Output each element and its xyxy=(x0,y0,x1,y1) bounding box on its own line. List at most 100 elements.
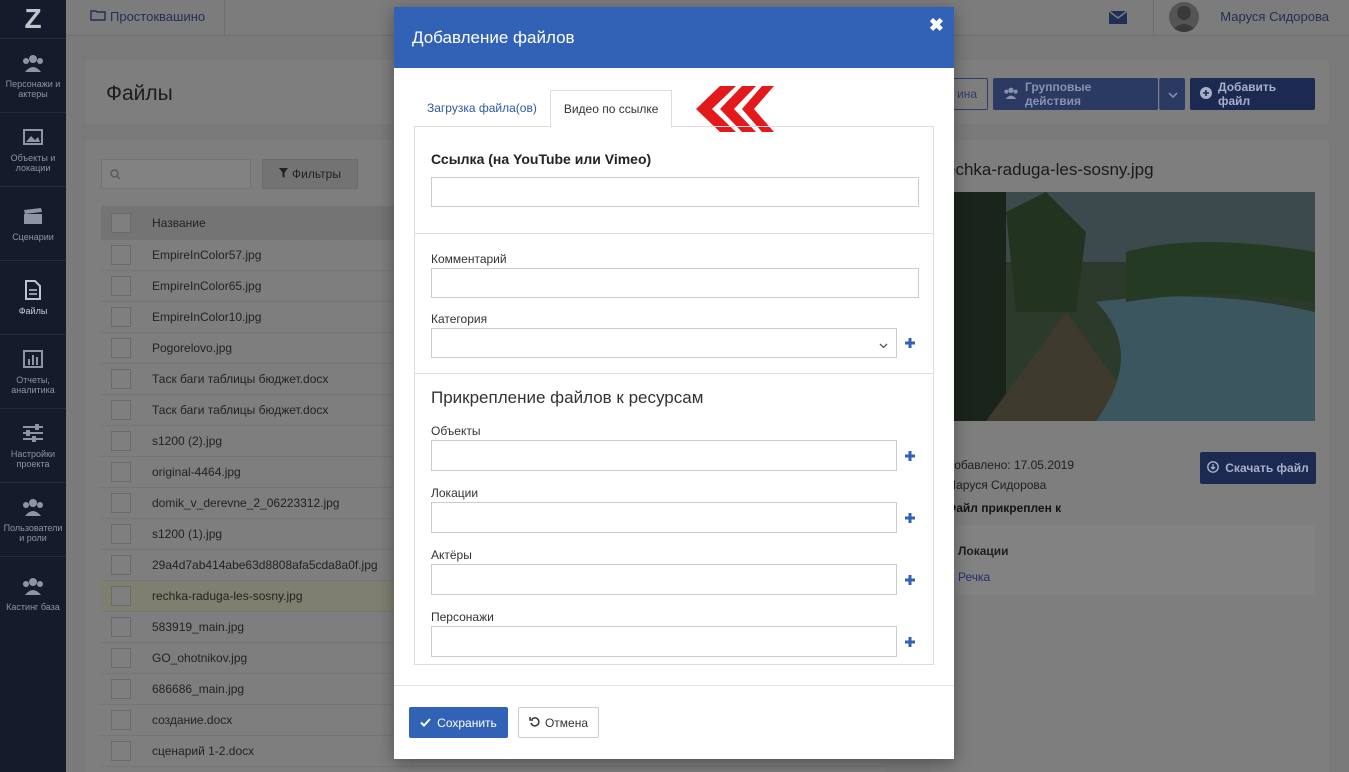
chevron-down-icon xyxy=(879,338,888,352)
app-logo[interactable]: Z xyxy=(0,0,66,38)
file-name: EmpireInColor65.jpg xyxy=(152,279,262,293)
sidebar-item-label: Персонажи и актеры xyxy=(5,78,61,99)
sidebar-item-files[interactable]: Файлы xyxy=(0,260,66,334)
group-actions-button[interactable]: Групповые действия xyxy=(993,78,1158,110)
chart-icon xyxy=(22,349,44,369)
file-name: сценарий 1-2.docx xyxy=(152,744,255,758)
sidebar-item-reports[interactable]: Отчеты, аналитика xyxy=(0,334,66,408)
row-checkbox[interactable] xyxy=(111,245,131,265)
sidebar-item-objects[interactable]: Объекты и локации xyxy=(0,112,66,186)
attached-title: Файл прикреплен к xyxy=(946,501,1062,515)
actors-input[interactable] xyxy=(431,564,897,595)
sidebar-item-casting[interactable]: Кастинг база xyxy=(0,556,66,630)
meta-section: Комментарий Категория xyxy=(415,234,933,374)
sidebar-item-characters[interactable]: Персонажи и актеры xyxy=(0,38,66,112)
user-name[interactable]: Маруся Сидорова xyxy=(1220,9,1329,24)
comment-input[interactable] xyxy=(431,268,919,298)
modal-tabs: Загрузка файла(ов) Видео по ссылке xyxy=(414,89,673,128)
add-actor-plus-icon[interactable] xyxy=(903,573,917,587)
attached-item-link[interactable]: Речка xyxy=(958,570,990,584)
folder-icon xyxy=(90,9,106,24)
group-actions-dropdown[interactable] xyxy=(1159,78,1185,110)
row-checkbox[interactable] xyxy=(111,710,131,730)
characters-input[interactable] xyxy=(431,626,897,657)
row-checkbox[interactable] xyxy=(111,524,131,544)
filters-button[interactable]: Фильтры xyxy=(262,159,358,189)
row-checkbox[interactable] xyxy=(111,369,131,389)
search-input[interactable] xyxy=(101,159,251,189)
tab-upload-files[interactable]: Загрузка файла(ов) xyxy=(414,89,550,127)
row-checkbox[interactable] xyxy=(111,679,131,699)
file-name: Pogorelovo.jpg xyxy=(152,341,233,355)
objects-input[interactable] xyxy=(431,440,897,471)
file-name: s1200 (2).jpg xyxy=(152,434,223,448)
link-section: Ссылка (на YouTube или Vimeo) xyxy=(415,127,933,234)
column-name[interactable]: Название xyxy=(152,216,206,230)
add-object-plus-icon[interactable] xyxy=(903,449,917,463)
project-switcher[interactable]: Простоквашино xyxy=(90,9,205,24)
users-icon xyxy=(22,497,44,517)
group-actions-label: Групповые действия xyxy=(1025,80,1092,108)
add-character-plus-icon[interactable] xyxy=(903,635,917,649)
users-icon xyxy=(1003,87,1019,102)
row-checkbox[interactable] xyxy=(111,493,131,513)
file-name: 686686_main.jpg xyxy=(152,682,245,696)
row-checkbox[interactable] xyxy=(111,431,131,451)
row-checkbox[interactable] xyxy=(111,617,131,637)
sidebar-item-label: Файлы xyxy=(18,305,48,316)
row-checkbox[interactable] xyxy=(111,400,131,420)
actors-label: Актёры xyxy=(431,548,472,562)
sidebar-item-label: Объекты и локации xyxy=(10,152,56,173)
row-checkbox[interactable] xyxy=(111,741,131,761)
sidebar-item-label: Сценарии xyxy=(12,231,54,242)
select-all-checkbox[interactable] xyxy=(111,213,131,233)
preview-image[interactable] xyxy=(946,192,1315,421)
file-name: original-4464.jpg xyxy=(152,465,241,479)
sliders-icon xyxy=(22,423,44,443)
file-name: создание.docx xyxy=(152,713,233,727)
category-label: Категория xyxy=(431,312,488,326)
add-file-button[interactable]: Добавить файл xyxy=(1190,78,1315,110)
filter-icon xyxy=(279,167,289,181)
modal-title: Добавление файлов xyxy=(412,28,575,47)
category-select[interactable] xyxy=(431,328,897,358)
file-preview-panel: echka-raduga-les-sosny.jpg Добавлено: 17… xyxy=(930,140,1329,772)
tab-video-link[interactable]: Видео по ссылке xyxy=(549,90,673,128)
sidebar-item-users[interactable]: Пользователи и роли xyxy=(0,482,66,556)
locations-label: Локации xyxy=(431,486,479,500)
close-icon[interactable]: ✖ xyxy=(929,15,944,36)
row-checkbox[interactable] xyxy=(111,648,131,668)
image-icon xyxy=(22,127,44,147)
undo-icon xyxy=(529,716,540,730)
characters-label: Персонажи xyxy=(431,610,494,624)
row-checkbox[interactable] xyxy=(111,586,131,606)
file-name: domik_v_derevne_2_06223312.jpg xyxy=(152,496,340,510)
search-icon xyxy=(110,169,121,183)
link-label: Ссылка (на YouTube или Vimeo) xyxy=(431,151,652,167)
comment-label: Комментарий xyxy=(431,252,507,266)
file-name: rechka-raduga-les-sosny.jpg xyxy=(152,589,303,603)
file-name: EmpireInColor57.jpg xyxy=(152,248,262,262)
add-category-plus-icon[interactable] xyxy=(903,336,917,350)
cancel-button[interactable]: Отмена xyxy=(518,707,599,738)
avatar[interactable] xyxy=(1169,2,1199,32)
add-file-label: Добавить файл xyxy=(1218,80,1277,108)
file-name: GO_ohotnikov.jpg xyxy=(152,651,248,665)
row-checkbox[interactable] xyxy=(111,307,131,327)
row-checkbox[interactable] xyxy=(111,338,131,358)
locations-input[interactable] xyxy=(431,502,897,533)
row-checkbox[interactable] xyxy=(111,276,131,296)
sidebar-item-scripts[interactable]: Сценарии xyxy=(0,186,66,260)
download-button[interactable]: Скачать файл xyxy=(1200,452,1316,484)
row-checkbox[interactable] xyxy=(111,555,131,575)
mail-icon[interactable] xyxy=(1108,10,1128,27)
add-location-plus-icon[interactable] xyxy=(903,511,917,525)
save-button[interactable]: Сохранить xyxy=(409,707,508,738)
partial-button[interactable]: ина xyxy=(952,78,988,110)
attached-box: Локации Речка xyxy=(946,525,1315,595)
sidebar-item-settings[interactable]: Настройки проекта xyxy=(0,408,66,482)
preview-meta: Добавлено: 17.05.2019 Маруся Сидорова xyxy=(946,455,1074,495)
row-checkbox[interactable] xyxy=(111,462,131,482)
sidebar-item-label: Отчеты, аналитика xyxy=(11,374,55,395)
video-link-input[interactable] xyxy=(431,177,919,207)
